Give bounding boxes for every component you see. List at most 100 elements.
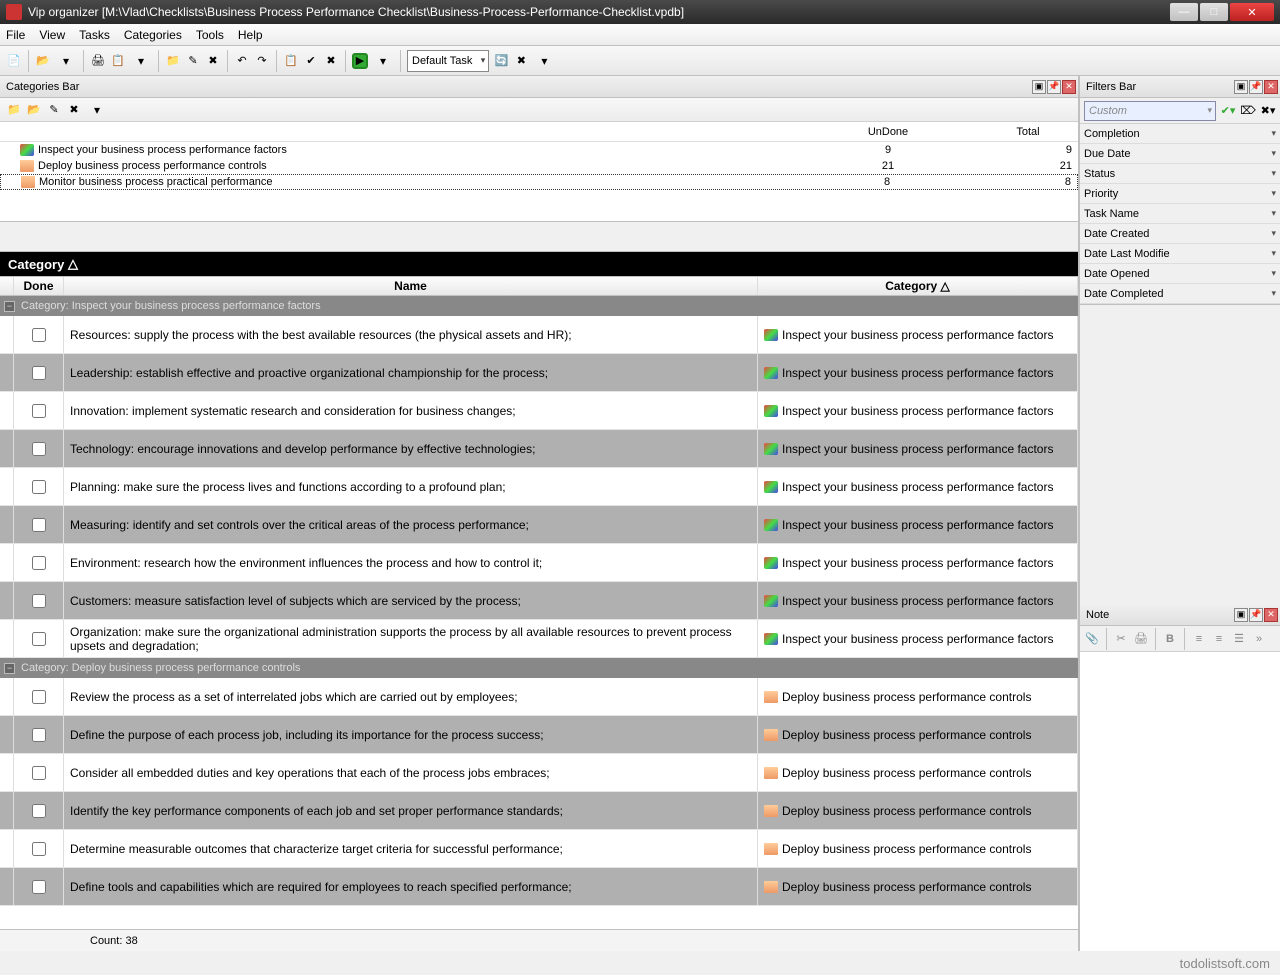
dropdown-icon[interactable]: ▾: [130, 50, 152, 72]
bold-icon[interactable]: B: [1162, 631, 1178, 647]
column-done[interactable]: Done: [14, 277, 64, 295]
undo-icon[interactable]: ↶: [234, 53, 250, 69]
done-checkbox[interactable]: [32, 690, 46, 704]
category-row[interactable]: Deploy business process performance cont…: [0, 158, 1078, 174]
done-checkbox[interactable]: [32, 328, 46, 342]
table-row[interactable]: Leadership: establish effective and proa…: [0, 354, 1078, 392]
list-icon[interactable]: ☰: [1231, 631, 1247, 647]
filter-status[interactable]: Status: [1080, 164, 1280, 184]
done-checkbox[interactable]: [32, 556, 46, 570]
new-category-icon[interactable]: 📁: [6, 102, 22, 118]
filter-date-created[interactable]: Date Created: [1080, 224, 1280, 244]
close-icon[interactable]: ✕: [1264, 608, 1278, 622]
group-by-label[interactable]: Category △: [0, 252, 1078, 276]
category-row[interactable]: Inspect your business process performanc…: [0, 142, 1078, 158]
filter-completion[interactable]: Completion: [1080, 124, 1280, 144]
done-checkbox[interactable]: [32, 480, 46, 494]
menu-file[interactable]: File: [6, 28, 25, 42]
delete-icon[interactable]: ✖: [205, 53, 221, 69]
cut-icon[interactable]: ✂: [1113, 631, 1129, 647]
table-row[interactable]: Organization: make sure the organization…: [0, 620, 1078, 658]
table-row[interactable]: Identify the key performance components …: [0, 792, 1078, 830]
remove-icon[interactable]: ✖: [323, 53, 339, 69]
dropdown-icon[interactable]: ▾: [55, 50, 77, 72]
dropdown-icon[interactable]: ▾: [372, 50, 394, 72]
filter-due-date[interactable]: Due Date: [1080, 144, 1280, 164]
cancel-icon[interactable]: ✖: [513, 53, 529, 69]
menu-help[interactable]: Help: [238, 28, 263, 42]
maximize-button[interactable]: □: [1200, 3, 1228, 21]
column-category[interactable]: Category △: [758, 277, 1078, 295]
column-total[interactable]: Total: [978, 126, 1078, 138]
table-row[interactable]: Consider all embedded duties and key ope…: [0, 754, 1078, 792]
restore-icon[interactable]: ▣: [1234, 608, 1248, 622]
table-row[interactable]: Customers: measure satisfaction level of…: [0, 582, 1078, 620]
table-row[interactable]: Define tools and capabilities which are …: [0, 868, 1078, 906]
menu-view[interactable]: View: [39, 28, 65, 42]
menu-tasks[interactable]: Tasks: [79, 28, 110, 42]
clear-filter-icon[interactable]: ⌦: [1240, 103, 1256, 119]
table-row[interactable]: Environment: research how the environmen…: [0, 544, 1078, 582]
column-undone[interactable]: UnDone: [798, 126, 978, 138]
refresh-icon[interactable]: 🔄: [493, 53, 509, 69]
pin-icon[interactable]: 📌: [1249, 80, 1263, 94]
filter-task-name[interactable]: Task Name: [1080, 204, 1280, 224]
pin-icon[interactable]: 📌: [1249, 608, 1263, 622]
restore-icon[interactable]: ▣: [1032, 80, 1046, 94]
done-checkbox[interactable]: [32, 404, 46, 418]
edit-icon[interactable]: ✎: [185, 53, 201, 69]
filter-date-completed[interactable]: Date Completed: [1080, 284, 1280, 304]
group-header[interactable]: −Category: Inspect your business process…: [0, 296, 1078, 316]
category-row[interactable]: Monitor business process practical perfo…: [0, 174, 1078, 190]
restore-icon[interactable]: ▣: [1234, 80, 1248, 94]
dropdown-icon[interactable]: ▾: [533, 50, 555, 72]
dropdown-icon[interactable]: ▾: [86, 99, 108, 121]
apply-filter-icon[interactable]: ✔▾: [1220, 103, 1236, 119]
categories-tree[interactable]: UnDone Total Inspect your business proce…: [0, 122, 1078, 222]
profile-combo[interactable]: Default Task: [407, 50, 489, 72]
run-icon[interactable]: ▶: [352, 53, 368, 69]
done-checkbox[interactable]: [32, 880, 46, 894]
done-checkbox[interactable]: [32, 728, 46, 742]
new-icon[interactable]: 📄: [6, 53, 22, 69]
align-left-icon[interactable]: ≡: [1191, 631, 1207, 647]
more-icon[interactable]: »: [1251, 631, 1267, 647]
table-row[interactable]: Planning: make sure the process lives an…: [0, 468, 1078, 506]
done-checkbox[interactable]: [32, 842, 46, 856]
page-icon[interactable]: 📋: [110, 53, 126, 69]
table-row[interactable]: Technology: encourage innovations and de…: [0, 430, 1078, 468]
filter-preset-combo[interactable]: Custom: [1084, 101, 1216, 121]
done-checkbox[interactable]: [32, 594, 46, 608]
table-row[interactable]: Review the process as a set of interrela…: [0, 678, 1078, 716]
table-row[interactable]: Resources: supply the process with the b…: [0, 316, 1078, 354]
subcategory-icon[interactable]: 📂: [26, 102, 42, 118]
done-checkbox[interactable]: [32, 766, 46, 780]
delete-category-icon[interactable]: ✖: [66, 102, 82, 118]
attach-icon[interactable]: 📎: [1084, 631, 1100, 647]
edit-category-icon[interactable]: ✎: [46, 102, 62, 118]
close-button[interactable]: ✕: [1230, 3, 1274, 21]
minimize-button[interactable]: —: [1170, 3, 1198, 21]
print-icon[interactable]: 🖨: [1133, 631, 1149, 647]
pin-icon[interactable]: 📌: [1047, 80, 1061, 94]
done-checkbox[interactable]: [32, 442, 46, 456]
filter-date-last-modifie[interactable]: Date Last Modifie: [1080, 244, 1280, 264]
remove-filter-icon[interactable]: ✖▾: [1260, 103, 1276, 119]
folder-icon[interactable]: 📁: [165, 53, 181, 69]
open-icon[interactable]: 📂: [35, 53, 51, 69]
done-checkbox[interactable]: [32, 804, 46, 818]
redo-icon[interactable]: ↷: [254, 53, 270, 69]
task-icon[interactable]: 📋: [283, 53, 299, 69]
filter-date-opened[interactable]: Date Opened: [1080, 264, 1280, 284]
column-name[interactable]: Name: [64, 277, 758, 295]
done-checkbox[interactable]: [32, 518, 46, 532]
table-row[interactable]: Define the purpose of each process job, …: [0, 716, 1078, 754]
note-body[interactable]: [1080, 652, 1280, 951]
done-checkbox[interactable]: [32, 366, 46, 380]
table-row[interactable]: Measuring: identify and set controls ove…: [0, 506, 1078, 544]
print-icon[interactable]: 🖨: [90, 53, 106, 69]
check-icon[interactable]: ✔: [303, 53, 319, 69]
collapse-icon[interactable]: −: [4, 663, 15, 674]
close-icon[interactable]: ✕: [1062, 80, 1076, 94]
filter-priority[interactable]: Priority: [1080, 184, 1280, 204]
